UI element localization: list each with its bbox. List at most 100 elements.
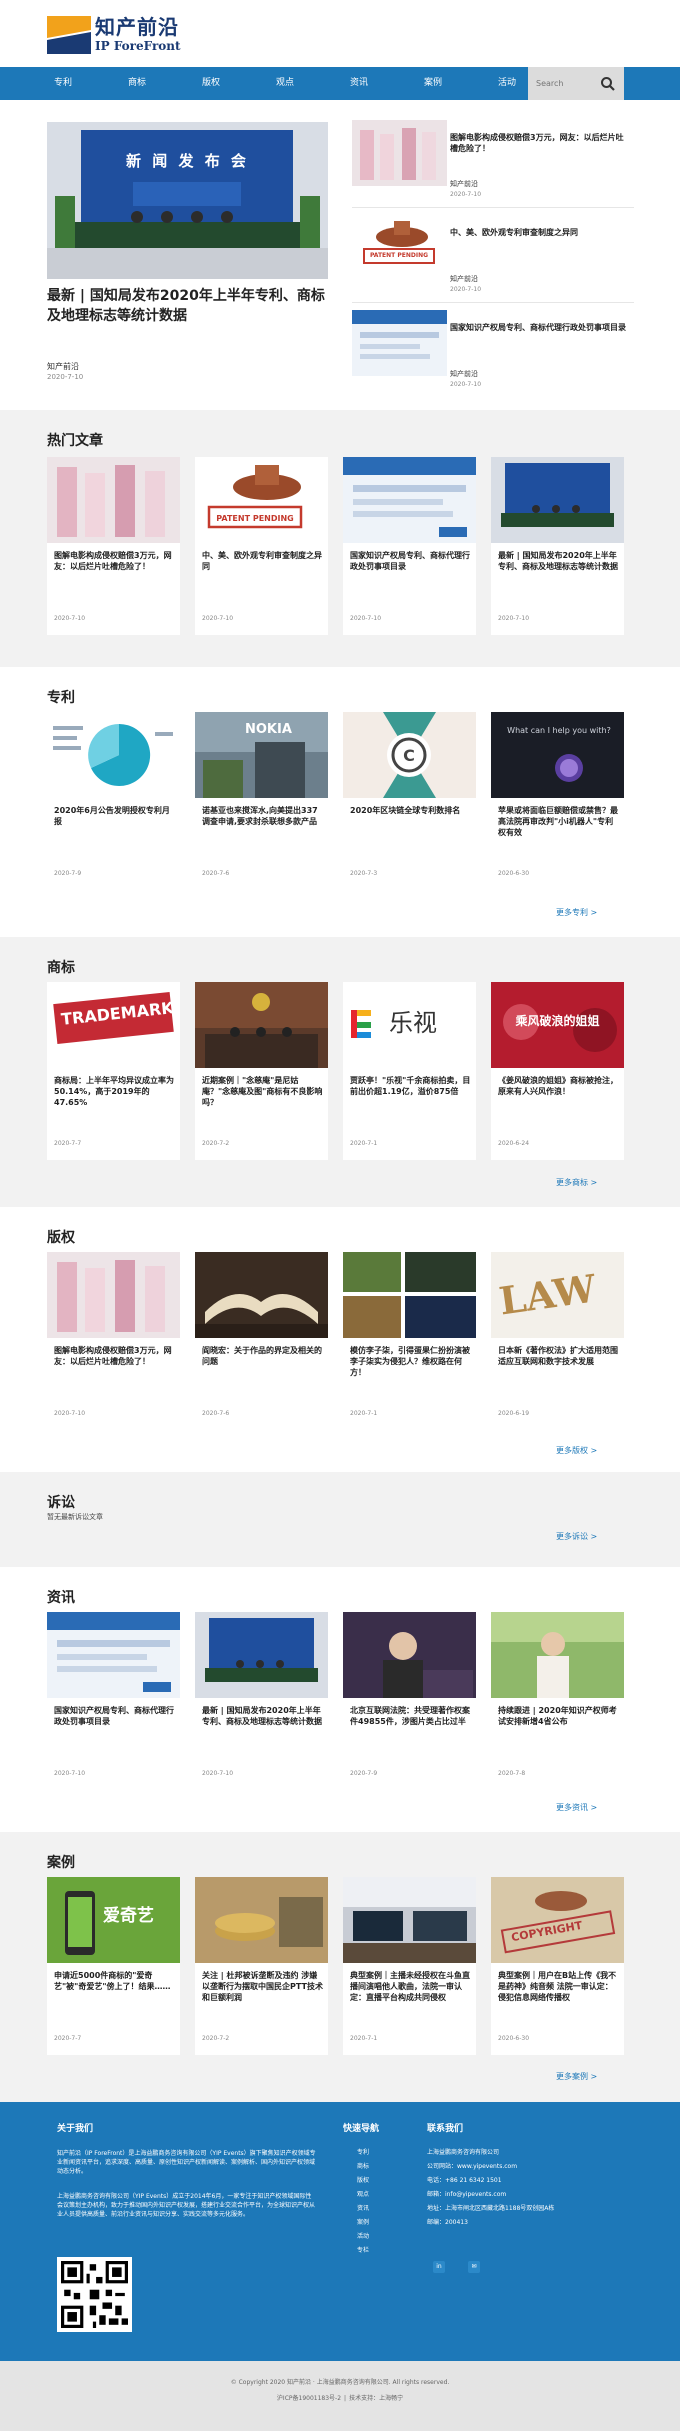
side-article[interactable]: 国家知识产权局专利、商标代理行政处罚事项目录 知产前沿 2020-7-10 [352, 310, 634, 398]
litigation-section: 诉讼 暂无最新诉讼文章 更多诉讼 > [0, 1472, 680, 1567]
more-news-link[interactable]: 更多资讯 > [556, 1803, 597, 1813]
card-image: What can I help you with? [491, 712, 624, 798]
featured-section: 新 闻 发 布 会 最新 | 国知局发布2020年上半年专利、商标及地理标志等统… [0, 100, 680, 410]
card-date: 2020-6-19 [498, 1410, 530, 1417]
search-input[interactable] [536, 76, 592, 90]
tech-support-link[interactable]: 技术支持：上海畅宁 [349, 2395, 403, 2402]
card-image-text: NOKIA [245, 722, 292, 737]
footer-nav-item[interactable]: 商标 [357, 2163, 369, 2171]
card-date: 2020-7-10 [54, 615, 86, 622]
side-article-source: 知产前沿 [450, 180, 478, 188]
card-image: 乘风破浪的姐姐 [491, 982, 624, 1068]
footer-contact-line: 电话：+86 21 6342 1501 [427, 2177, 502, 2184]
card-image-text: 乘风破浪的姐姐 [515, 1014, 600, 1028]
featured-image[interactable]: 新 闻 发 布 会 [47, 122, 328, 279]
card-image [195, 1877, 328, 1963]
featured-image-caption: 新 闻 发 布 会 [126, 152, 249, 170]
card-date: 2020-7-10 [54, 1410, 86, 1417]
card-title: 日本新《著作权法》扩大适用范围 适应互联网和数字技术发展 [498, 1346, 618, 1366]
card-title: 诺基亚也来搅浑水,向美提出337调查申请,要求封杀联想多款产品 [202, 806, 318, 826]
footer-contact-line[interactable]: 公司网站：www.yipevents.com [427, 2163, 517, 2171]
card-title: 近期案例｜"念慈庵"是尼姑庵？"念慈庵及图"商标有不良影响吗？ [202, 1076, 323, 1107]
card-date: 2020-6-24 [498, 1140, 530, 1147]
card-image [343, 1612, 476, 1698]
footer-about-text: 上海益鹏商务咨询有限公司（YIP Events）成立于2014年6月，一家专注于… [57, 2193, 316, 2218]
card-title: 阎晓宏：关于作品的界定及相关的问题 [202, 1346, 322, 1366]
card-date: 2020-6-30 [498, 2035, 530, 2042]
featured-title[interactable]: 最新 | 国知局发布2020年上半年专利、商标及地理标志等统计数据 [47, 286, 337, 326]
card-image-text: 乐视 [389, 1009, 437, 1037]
card-title: 国家知识产权局专利、商标代理行政处罚事项目录 [350, 551, 470, 571]
footer-nav-item[interactable]: 专栏 [357, 2247, 369, 2255]
more-copyright-link[interactable]: 更多版权 > [556, 1446, 597, 1456]
search-box [528, 67, 624, 100]
site-footer: 关于我们 知产前沿（IP ForeFront）是上海益鹏商务咨询有限公司（YIP… [0, 2102, 680, 2361]
logo-text-en: IP ForeFront [95, 39, 181, 53]
featured-date: 2020-7-10 [47, 373, 84, 381]
icp-link[interactable]: 沪ICP备19001183号-2 [277, 2395, 341, 2402]
side-article-thumb [352, 120, 447, 186]
footer-nav-item[interactable]: 活动 [357, 2233, 369, 2241]
card-image [195, 982, 328, 1068]
card-date: 2020-7-6 [202, 1410, 230, 1417]
card-title: 典型案例｜用户在B站上传《我不是药神》纯音频 法院一审认定：侵犯信息网络传播权 [498, 1971, 617, 2002]
more-litigation-link[interactable]: 更多诉讼 > [556, 1532, 597, 1542]
more-patent-link[interactable]: 更多专利 > [556, 908, 597, 918]
card-title: 商标局：上半年平均异议成立率为50.14%，高于2019年的47.65% [54, 1076, 174, 1107]
side-article[interactable]: PATENT PENDING 中、美、欧外观专利审查制度之异同 知产前沿 202… [352, 215, 634, 303]
footer-nav-item[interactable]: 资讯 [357, 2205, 369, 2213]
card-image: C [343, 712, 476, 798]
side-article-thumb [352, 310, 447, 376]
nav-item-opinion[interactable]: 观点 [248, 67, 322, 100]
card-image [195, 1612, 328, 1698]
card-title: 中、美、欧外观专利审查制度之异同 [202, 551, 322, 571]
card-date: 2020-7-7 [54, 1140, 82, 1147]
section-title: 版权 [47, 1230, 75, 1246]
footer-nav-item[interactable]: 专利 [357, 2149, 369, 2157]
card-image [195, 1252, 328, 1338]
nav-item-news[interactable]: 资讯 [322, 67, 396, 100]
card-date: 2020-7-6 [202, 870, 230, 877]
card-image-text: What can I help you with? [507, 726, 611, 735]
card-date: 2020-7-3 [350, 870, 378, 877]
footer-nav-item[interactable]: 案例 [357, 2219, 369, 2227]
section-title: 商标 [47, 960, 75, 976]
logo-text-cn: 知产前沿 [95, 15, 179, 39]
card-title: 2020年6月公告发明授权专利月报 [54, 806, 170, 826]
side-article-source: 知产前沿 [450, 370, 478, 378]
copyright-links: 沪ICP备19001183号-2 | 技术支持：上海畅宁 [276, 2395, 404, 2402]
card-title: 申请近5000件商标的"爱奇艺"被"奇爱艺"傍上了！结果…… [54, 1971, 171, 1991]
empty-notice: 暂无最新诉讼文章 [47, 1513, 103, 1521]
card-image [47, 712, 180, 798]
card-title: 最新 | 国知局发布2020年上半年专利、商标及地理标志等统计数据 [498, 551, 618, 571]
svg-text:PATENT PENDING: PATENT PENDING [216, 514, 293, 523]
card-date: 2020-7-10 [202, 615, 234, 622]
card-image: 乐视 [343, 982, 476, 1068]
card-date: 2020-7-2 [202, 2035, 230, 2042]
more-cases-link[interactable]: 更多案例 > [556, 2072, 597, 2082]
footer-nav-item[interactable]: 观点 [357, 2191, 369, 2199]
card-date: 2020-7-9 [54, 870, 82, 877]
logo[interactable]: 知产前沿 IP ForeFront [47, 14, 187, 58]
card-title: 最新 | 国知局发布2020年上半年专利、商标及地理标志等统计数据 [202, 1706, 322, 1726]
footer-nav-item[interactable]: 版权 [357, 2177, 369, 2185]
search-icon[interactable] [600, 76, 616, 92]
footer-contact-line[interactable]: 邮箱：info@yipevents.com [427, 2191, 506, 2199]
card-date: 2020-7-8 [498, 1770, 526, 1777]
nav-item-copyright[interactable]: 版权 [174, 67, 248, 100]
card-date: 2020-7-9 [350, 1770, 378, 1777]
linkedin-icon[interactable]: in [433, 2261, 445, 2273]
more-trademark-link[interactable]: 更多商标 > [556, 1178, 597, 1188]
side-article-date: 2020-7-10 [450, 191, 482, 198]
card-image [47, 1612, 180, 1698]
nav-item-patent[interactable]: 专利 [26, 67, 100, 100]
side-article-thumb: PATENT PENDING [352, 215, 447, 281]
wechat-icon[interactable]: ✉ [468, 2261, 480, 2273]
side-article-title: 国家知识产权局专利、商标代理行政处罚事项目录 [450, 323, 626, 332]
nav-item-cases[interactable]: 案例 [396, 67, 470, 100]
footer-about-text: 知产前沿（IP ForeFront）是上海益鹏商务咨询有限公司（YIP Even… [57, 2150, 316, 2175]
side-article[interactable]: 图解电影构成侵权赔偿3万元，网友：以后烂片吐槽危险了！ 知产前沿 2020-7-… [352, 120, 634, 208]
card-image [343, 1252, 476, 1338]
card-date: 2020-7-10 [202, 1770, 234, 1777]
nav-item-trademark[interactable]: 商标 [100, 67, 174, 100]
